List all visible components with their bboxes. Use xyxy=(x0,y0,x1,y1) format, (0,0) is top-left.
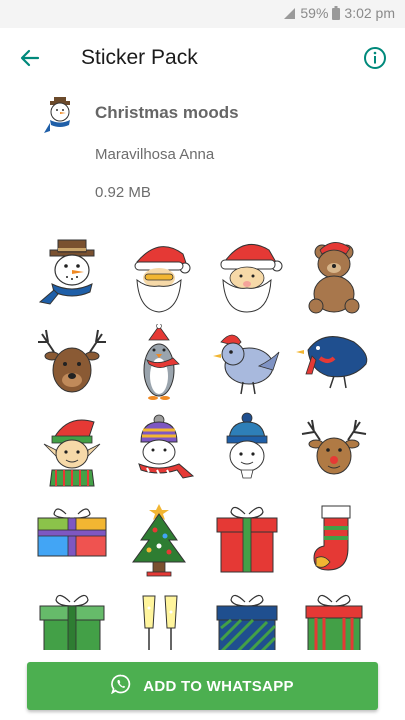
battery-percent: 59% xyxy=(300,5,329,21)
signal-icon xyxy=(282,7,296,20)
sticker-teddy-bear[interactable] xyxy=(294,236,374,316)
add-to-whatsapp-label: ADD TO WHATSAPP xyxy=(143,677,294,695)
sticker-blue-bird[interactable] xyxy=(207,324,287,404)
sticker-kid-blue-beanie[interactable] xyxy=(207,412,287,492)
bottom-bar: ADD TO WHATSAPP xyxy=(0,650,405,720)
sticker-snowman[interactable] xyxy=(32,236,112,316)
battery-icon xyxy=(332,6,341,20)
pack-header: Christmas moods Maravilhosa Anna 0.92 MB xyxy=(0,95,405,215)
sticker-santa-face[interactable] xyxy=(119,236,199,316)
sticker-gift-box-colorful[interactable] xyxy=(32,500,112,580)
sticker-reindeer[interactable] xyxy=(294,412,374,492)
sticker-gift-box-red-green[interactable] xyxy=(294,588,374,656)
sticker-gift-box-red[interactable] xyxy=(207,500,287,580)
sticker-penguin[interactable] xyxy=(119,324,199,404)
sticker-reindeer-face[interactable] xyxy=(32,324,112,404)
snowman-icon xyxy=(36,95,84,143)
sticker-elf[interactable] xyxy=(32,412,112,492)
sticker-gift-box-blue-striped[interactable] xyxy=(207,588,287,656)
sticker-santa-face-red-hat[interactable] xyxy=(207,236,287,316)
arrow-left-icon xyxy=(20,48,40,73)
sticker-christmas-tree[interactable] xyxy=(119,500,199,580)
pack-publisher: Maravilhosa Anna xyxy=(95,146,215,163)
clock: 3:02 pm xyxy=(344,5,395,21)
back-button[interactable] xyxy=(14,44,46,76)
whatsapp-icon xyxy=(111,674,131,699)
sticker-grid xyxy=(8,236,398,656)
sticker-blue-bird-scarf[interactable] xyxy=(294,324,374,404)
sticker-kid-beanie-scarf[interactable] xyxy=(119,412,199,492)
page-title: Sticker Pack xyxy=(81,46,198,69)
info-button[interactable] xyxy=(359,44,391,76)
pack-size: 0.92 MB xyxy=(95,184,151,201)
status-bar: 59% 3:02 pm xyxy=(0,0,405,28)
sticker-christmas-stocking[interactable] xyxy=(294,500,374,580)
info-icon xyxy=(363,46,387,75)
sticker-champagne-glasses[interactable] xyxy=(119,588,199,656)
add-to-whatsapp-button[interactable]: ADD TO WHATSAPP xyxy=(27,662,378,710)
app-bar: Sticker Pack xyxy=(0,28,405,90)
pack-name: Christmas moods xyxy=(95,103,239,122)
sticker-gift-box-green[interactable] xyxy=(32,588,112,656)
